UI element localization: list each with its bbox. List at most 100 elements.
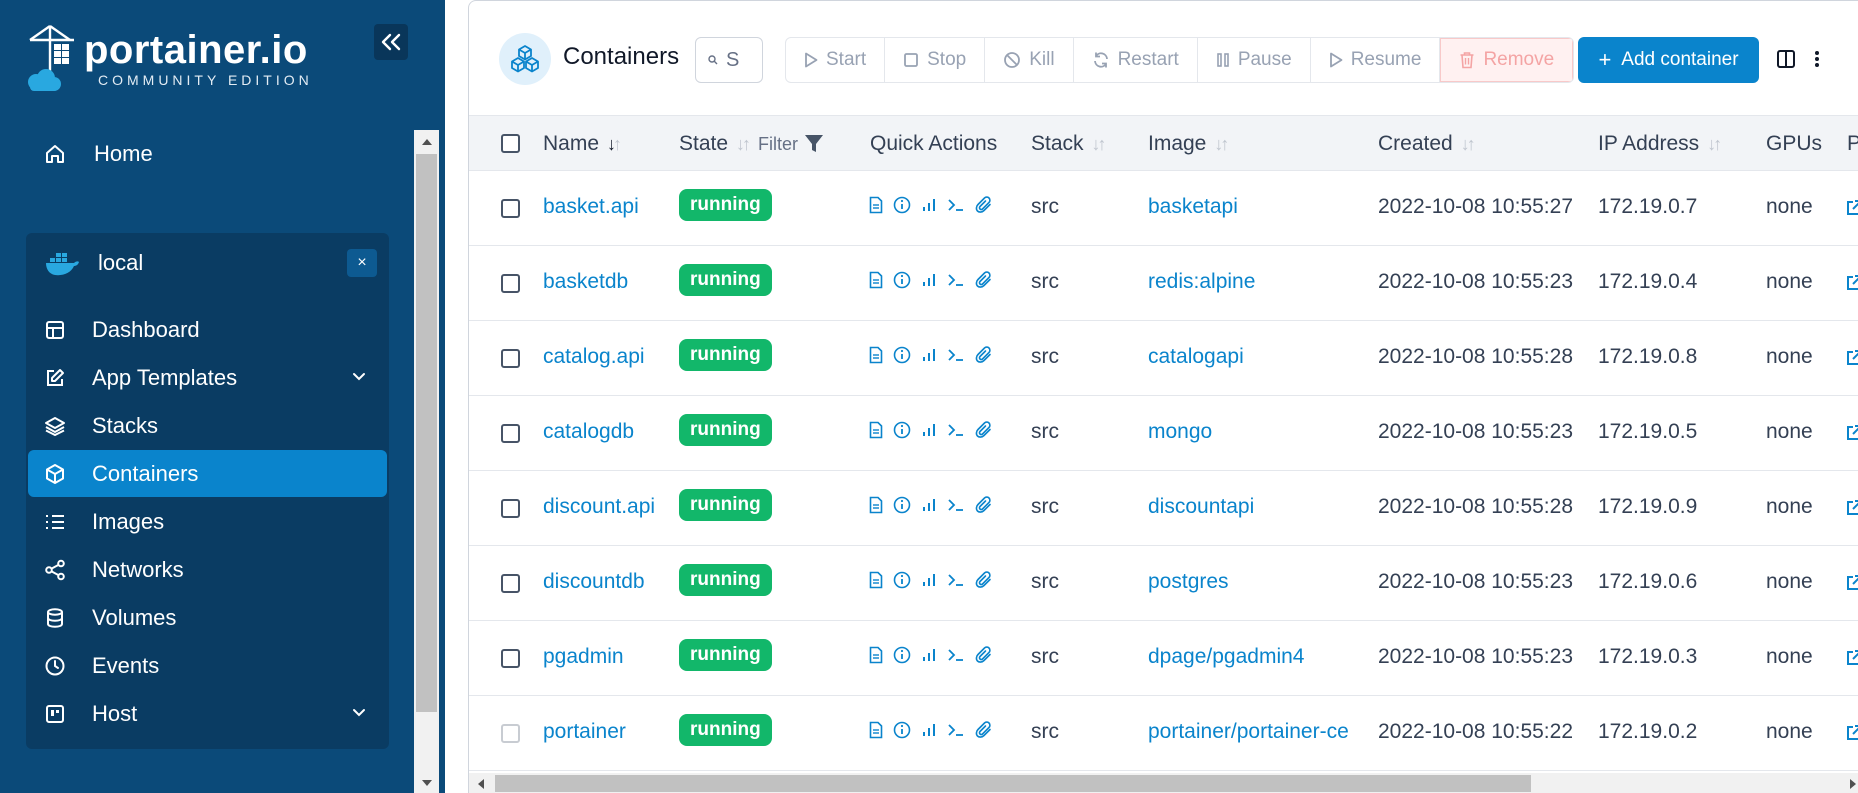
info-icon[interactable] bbox=[893, 721, 911, 739]
info-icon[interactable] bbox=[893, 421, 911, 439]
image-link[interactable]: dpage/pgadmin4 bbox=[1148, 645, 1304, 669]
scroll-right-icon[interactable] bbox=[1841, 773, 1858, 793]
columns-icon[interactable] bbox=[1776, 49, 1796, 69]
info-icon[interactable] bbox=[893, 271, 911, 289]
external-link-icon[interactable] bbox=[1845, 349, 1858, 372]
sidebar-item-events[interactable]: Events bbox=[28, 642, 387, 689]
info-icon[interactable] bbox=[893, 496, 911, 514]
row-checkbox[interactable] bbox=[501, 724, 520, 743]
row-checkbox[interactable] bbox=[501, 574, 520, 593]
sidebar-item-containers[interactable]: Containers bbox=[28, 450, 387, 497]
external-link-icon[interactable] bbox=[1845, 199, 1858, 222]
sidebar-item-volumes[interactable]: Volumes bbox=[28, 594, 387, 641]
container-name-link[interactable]: portainer bbox=[543, 720, 626, 744]
scroll-down-icon[interactable] bbox=[414, 773, 439, 793]
logs-icon[interactable] bbox=[869, 346, 883, 364]
attach-icon[interactable] bbox=[975, 496, 993, 514]
logs-icon[interactable] bbox=[869, 721, 883, 739]
image-link[interactable]: basketapi bbox=[1148, 195, 1238, 219]
column-state[interactable]: State ↓↑ Filter bbox=[679, 132, 824, 156]
logs-icon[interactable] bbox=[869, 496, 883, 514]
sidebar-item-stacks[interactable]: Stacks bbox=[28, 402, 387, 449]
info-icon[interactable] bbox=[893, 196, 911, 214]
scroll-left-icon[interactable] bbox=[469, 773, 493, 793]
external-link-icon[interactable] bbox=[1845, 274, 1858, 297]
info-icon[interactable] bbox=[893, 646, 911, 664]
stats-icon[interactable] bbox=[921, 572, 937, 588]
image-link[interactable]: catalogapi bbox=[1148, 345, 1244, 369]
attach-icon[interactable] bbox=[975, 571, 993, 589]
row-checkbox[interactable] bbox=[501, 499, 520, 518]
row-checkbox[interactable] bbox=[501, 649, 520, 668]
stop-button[interactable]: Stop bbox=[885, 38, 986, 82]
horizontal-scrollbar-thumb[interactable] bbox=[495, 775, 1531, 792]
row-checkbox[interactable] bbox=[501, 199, 520, 218]
scroll-up-icon[interactable] bbox=[414, 132, 439, 152]
row-checkbox[interactable] bbox=[501, 424, 520, 443]
console-icon[interactable] bbox=[947, 347, 965, 363]
container-name-link[interactable]: pgadmin bbox=[543, 645, 624, 669]
horizontal-scrollbar[interactable] bbox=[469, 773, 1858, 793]
console-icon[interactable] bbox=[947, 572, 965, 588]
external-link-icon[interactable] bbox=[1845, 424, 1858, 447]
restart-button[interactable]: Restart bbox=[1074, 38, 1198, 82]
portainer-logo[interactable]: portainer.io COMMUNITY EDITION bbox=[24, 24, 313, 94]
image-link[interactable]: portainer/portainer-ce bbox=[1148, 720, 1349, 744]
collapse-sidebar-button[interactable] bbox=[374, 24, 408, 60]
external-link-icon[interactable] bbox=[1845, 499, 1858, 522]
stats-icon[interactable] bbox=[921, 422, 937, 438]
close-environment-button[interactable]: × bbox=[347, 249, 377, 277]
remove-button[interactable]: Remove bbox=[1440, 38, 1574, 82]
logs-icon[interactable] bbox=[869, 646, 883, 664]
logs-icon[interactable] bbox=[869, 571, 883, 589]
row-checkbox[interactable] bbox=[501, 349, 520, 368]
logs-icon[interactable] bbox=[869, 421, 883, 439]
external-link-icon[interactable] bbox=[1845, 724, 1858, 747]
external-link-icon[interactable] bbox=[1845, 649, 1858, 672]
info-icon[interactable] bbox=[893, 571, 911, 589]
sidebar-item-images[interactable]: Images bbox=[28, 498, 387, 545]
resume-button[interactable]: Resume bbox=[1311, 38, 1441, 82]
image-link[interactable]: mongo bbox=[1148, 420, 1212, 444]
attach-icon[interactable] bbox=[975, 421, 993, 439]
sidebar-item-host[interactable]: Host bbox=[28, 690, 387, 737]
container-name-link[interactable]: discountdb bbox=[543, 570, 645, 594]
info-icon[interactable] bbox=[893, 346, 911, 364]
sidebar-item-networks[interactable]: Networks bbox=[28, 546, 387, 593]
pause-button[interactable]: Pause bbox=[1198, 38, 1311, 82]
add-container-button[interactable]: + Add container bbox=[1578, 37, 1759, 83]
stats-icon[interactable] bbox=[921, 497, 937, 513]
kill-button[interactable]: Kill bbox=[985, 38, 1074, 82]
console-icon[interactable] bbox=[947, 272, 965, 288]
stats-icon[interactable] bbox=[921, 347, 937, 363]
console-icon[interactable] bbox=[947, 422, 965, 438]
container-name-link[interactable]: discount.api bbox=[543, 495, 655, 519]
container-name-link[interactable]: catalogdb bbox=[543, 420, 634, 444]
attach-icon[interactable] bbox=[975, 646, 993, 664]
stats-icon[interactable] bbox=[921, 197, 937, 213]
external-link-icon[interactable] bbox=[1845, 574, 1858, 597]
search-input[interactable]: S bbox=[695, 37, 763, 83]
stats-icon[interactable] bbox=[921, 272, 937, 288]
sidebar-item-app-templates[interactable]: App Templates bbox=[28, 354, 387, 401]
sidebar-item-dashboard[interactable]: Dashboard bbox=[28, 306, 387, 353]
row-checkbox[interactable] bbox=[501, 274, 520, 293]
state-filter-button[interactable]: Filter bbox=[758, 134, 824, 155]
console-icon[interactable] bbox=[947, 722, 965, 738]
image-link[interactable]: redis:alpine bbox=[1148, 270, 1255, 294]
stats-icon[interactable] bbox=[921, 647, 937, 663]
logs-icon[interactable] bbox=[869, 271, 883, 289]
console-icon[interactable] bbox=[947, 497, 965, 513]
container-name-link[interactable]: basketdb bbox=[543, 270, 628, 294]
column-ip-address[interactable]: IP Address ↓↑ bbox=[1598, 132, 1722, 156]
attach-icon[interactable] bbox=[975, 196, 993, 214]
sidebar-item-home[interactable]: Home bbox=[28, 130, 388, 178]
attach-icon[interactable] bbox=[975, 346, 993, 364]
container-name-link[interactable]: catalog.api bbox=[543, 345, 645, 369]
image-link[interactable]: postgres bbox=[1148, 570, 1229, 594]
start-button[interactable]: Start bbox=[786, 38, 886, 82]
select-all-checkbox[interactable] bbox=[501, 134, 520, 153]
attach-icon[interactable] bbox=[975, 271, 993, 289]
column-stack[interactable]: Stack ↓↑ bbox=[1031, 132, 1107, 156]
container-name-link[interactable]: basket.api bbox=[543, 195, 639, 219]
